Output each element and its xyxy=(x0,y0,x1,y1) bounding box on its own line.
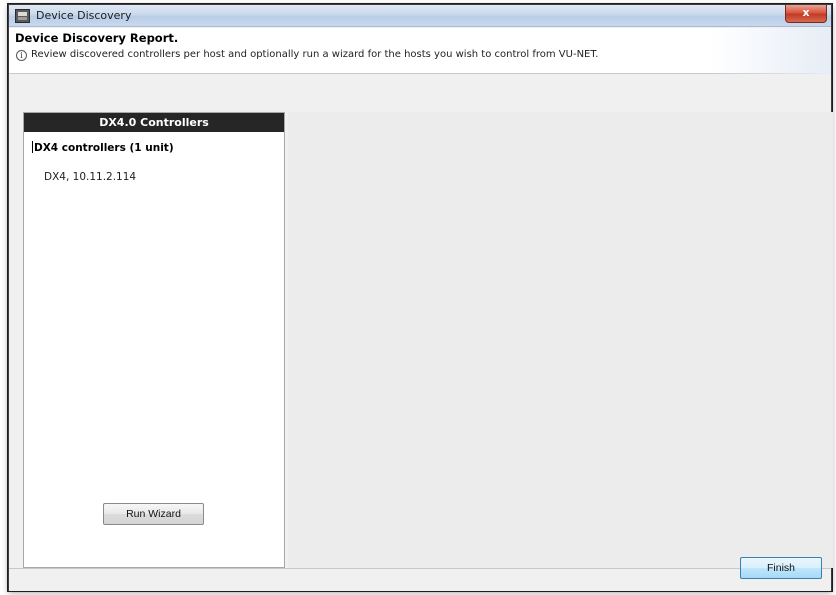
finish-button[interactable]: Finish xyxy=(740,557,822,579)
info-icon: i xyxy=(16,50,27,61)
header-decoration xyxy=(711,28,831,74)
app-icon xyxy=(15,9,30,23)
controllers-panel: DX4.0 Controllers DX4 controllers (1 uni… xyxy=(23,112,285,568)
close-button[interactable]: x xyxy=(785,5,827,23)
footer-bar: Finish xyxy=(9,557,831,591)
list-item[interactable]: DX4, 10.11.2.114 xyxy=(44,171,136,183)
controllers-group-text: DX4 controllers (1 unit) xyxy=(34,142,174,154)
header-message: Review discovered controllers per host a… xyxy=(31,49,599,60)
title-bar[interactable]: Device Discovery x xyxy=(9,5,831,27)
details-panel xyxy=(288,112,833,568)
window-title: Device Discovery xyxy=(36,9,132,22)
controllers-group-label[interactable]: DX4 controllers (1 unit) xyxy=(32,141,174,154)
controllers-panel-header: DX4.0 Controllers xyxy=(24,113,284,132)
device-discovery-window: Device Discovery x Device Discovery Repo… xyxy=(8,4,833,591)
page-title: Device Discovery Report. xyxy=(15,31,179,45)
report-header: Device Discovery Report. i Review discov… xyxy=(9,28,831,74)
text-caret xyxy=(32,141,33,153)
run-wizard-button[interactable]: Run Wizard xyxy=(103,503,204,525)
